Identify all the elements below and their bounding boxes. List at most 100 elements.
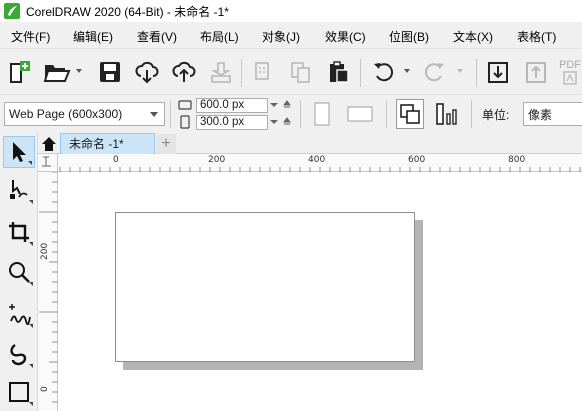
ruler-h-label: 0 [113, 155, 119, 165]
ruler-h-label: 600 [408, 155, 426, 165]
flyout-indicator [29, 324, 33, 328]
ruler-v-label: 0 [40, 386, 50, 392]
landscape-icon [347, 106, 373, 122]
vertical-ruler-ticks [39, 171, 58, 403]
cloud-upload-icon [172, 61, 196, 82]
page-width-input[interactable]: 600.0 px [196, 97, 268, 113]
zoom-magnifier-icon [9, 262, 30, 283]
horizontal-ruler[interactable]: 0 200 400 600 800 [58, 154, 582, 172]
ruler-h-label: 400 [308, 155, 326, 165]
toolbar-separator [360, 59, 361, 87]
menu-text[interactable]: 文本(X) [453, 28, 493, 45]
export-arrow-icon [526, 62, 546, 83]
landscape-button[interactable] [345, 99, 375, 129]
menu-file[interactable]: 文件(F) [11, 28, 50, 45]
menu-effects[interactable]: 效果(C) [325, 28, 366, 45]
current-page-button[interactable] [432, 99, 462, 129]
artistic-media-tool[interactable] [3, 338, 35, 370]
toolbar-separator [471, 100, 472, 128]
page-size-dropdown[interactable]: Web Page (600x300) [4, 102, 165, 126]
menu-layout[interactable]: 布局(L) [200, 28, 239, 45]
shape-node-icon [10, 180, 28, 199]
menu-table[interactable]: 表格(T) [517, 28, 556, 45]
toolbar-separator [476, 59, 477, 87]
window-title: CorelDRAW 2020 (64-Bit) - 未命名 -1* [26, 4, 229, 19]
toolbar-separator [170, 100, 171, 128]
flyout-indicator [29, 242, 33, 246]
menu-bitmaps[interactable]: 位图(B) [389, 28, 429, 45]
import-button[interactable] [133, 57, 161, 87]
current-page-icon [436, 103, 457, 125]
document-tab[interactable]: 未命名 -1* [60, 133, 155, 154]
shape-tool[interactable] [3, 174, 35, 206]
cut-button[interactable] [251, 57, 277, 87]
cloud-download-icon [135, 61, 159, 84]
pdf-label: PDF [559, 59, 581, 71]
page-height-input[interactable]: 300.0 px [196, 114, 268, 130]
document-tab-bar: 未命名 -1* + [38, 132, 582, 154]
flyout-indicator [29, 282, 33, 286]
home-icon [42, 137, 56, 151]
page-size-value: Web Page (600x300) [9, 107, 123, 121]
pick-tool[interactable] [3, 136, 35, 168]
pointer-arrow-icon [13, 142, 26, 162]
all-pages-button[interactable] [396, 99, 424, 129]
flyout-indicator [29, 200, 33, 204]
ruler-v-label: 200 [40, 242, 50, 260]
paste-button[interactable] [326, 57, 352, 87]
save-disk-icon [100, 62, 120, 82]
menu-edit[interactable]: 编辑(E) [73, 28, 113, 45]
zoom-tool[interactable] [3, 256, 35, 288]
pdf-icon [563, 71, 577, 85]
export-file-button[interactable] [522, 57, 550, 87]
height-spinner-icon[interactable] [268, 115, 280, 129]
toolbox [0, 132, 38, 411]
export-pdf-button[interactable]: PDF [558, 57, 582, 87]
crop-tool[interactable] [3, 216, 35, 248]
rectangle-tool[interactable] [3, 376, 35, 408]
toolbar-separator [386, 100, 387, 128]
publish-icon [210, 62, 232, 83]
menu-object[interactable]: 对象(J) [262, 28, 300, 45]
units-dropdown[interactable]: 像素 [523, 102, 582, 126]
redo-button[interactable] [420, 57, 448, 87]
drawing-canvas[interactable] [58, 172, 582, 411]
redo-dropdown-icon[interactable] [457, 69, 463, 73]
new-tab-button[interactable]: + [156, 134, 176, 154]
undo-button[interactable] [370, 57, 398, 87]
welcome-home-tab[interactable] [39, 134, 59, 154]
open-document-button[interactable] [42, 57, 72, 87]
undo-dropdown-icon[interactable] [404, 69, 410, 73]
freehand-tool[interactable] [3, 298, 35, 330]
open-dropdown-icon[interactable] [76, 69, 82, 73]
height-units-icon[interactable] [281, 115, 293, 129]
new-document-icon [10, 61, 30, 83]
publish-button[interactable] [207, 57, 235, 87]
cut-icon [255, 62, 269, 80]
units-value: 像素 [528, 107, 553, 122]
new-document-button[interactable] [6, 57, 34, 87]
crop-icon [9, 222, 29, 242]
width-spinner-icon[interactable] [268, 98, 280, 112]
page-width-row: 600.0 px [178, 97, 268, 113]
rectangle-icon [9, 382, 29, 402]
flyout-indicator [28, 161, 32, 165]
height-icon [180, 115, 190, 129]
copy-button[interactable] [288, 57, 314, 87]
chevron-down-icon [150, 112, 158, 117]
ruler-h-label: 800 [508, 155, 526, 165]
title-bar: CorelDRAW 2020 (64-Bit) - 未命名 -1* [0, 0, 582, 22]
ruler-origin[interactable] [38, 154, 58, 172]
document-page[interactable] [115, 212, 415, 362]
ruler-h-label: 200 [208, 155, 226, 165]
portrait-button[interactable] [310, 99, 334, 129]
vertical-ruler[interactable]: 200 0 [38, 171, 58, 411]
import-arrow-icon [488, 62, 508, 83]
import-file-button[interactable] [484, 57, 512, 87]
artistic-media-icon [10, 344, 27, 366]
save-button[interactable] [96, 57, 124, 87]
menu-view[interactable]: 查看(V) [137, 28, 177, 45]
export-button[interactable] [170, 57, 198, 87]
width-units-icon[interactable] [281, 98, 293, 112]
paste-clipboard-icon [330, 61, 349, 83]
